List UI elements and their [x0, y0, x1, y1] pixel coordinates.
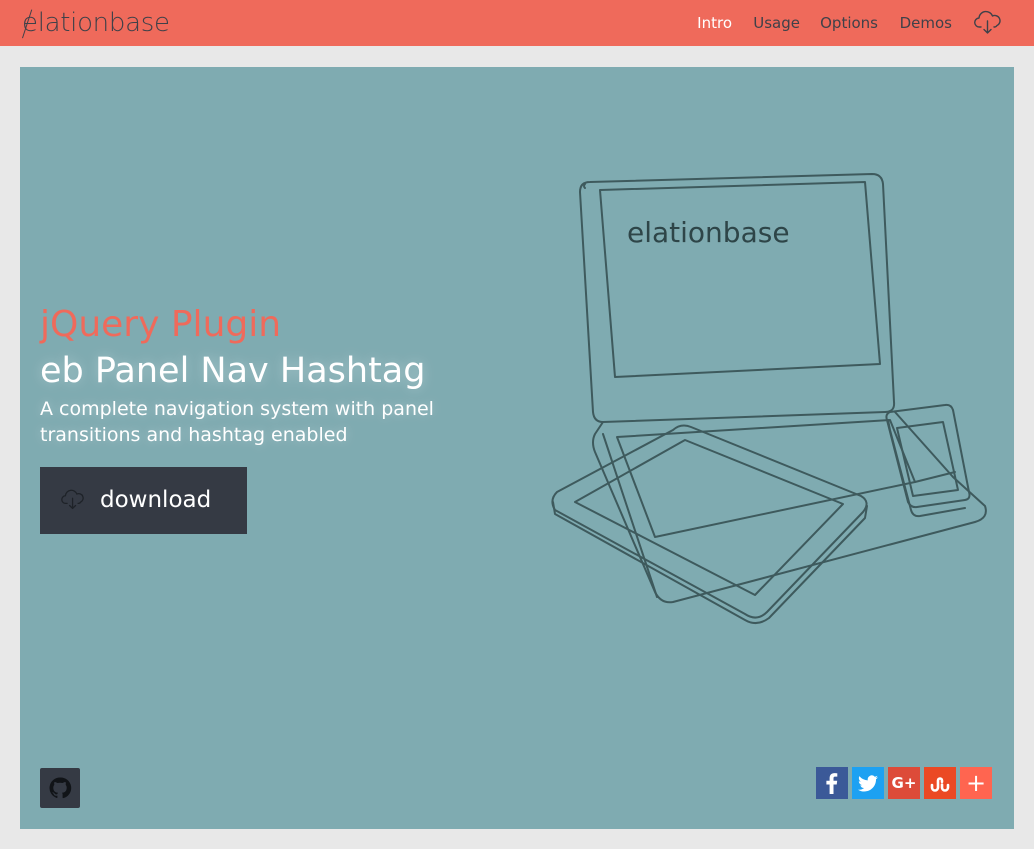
plus-icon: + — [965, 769, 987, 797]
facebook-share-button[interactable] — [816, 767, 848, 799]
twitter-icon — [858, 775, 878, 792]
nav-options[interactable]: Options — [820, 14, 878, 32]
google-plus-icon: G+ — [891, 774, 917, 792]
github-button[interactable] — [40, 768, 80, 808]
nav-demos[interactable]: Demos — [900, 14, 952, 32]
screen-logo: elationbase — [627, 216, 790, 249]
nav-usage[interactable]: Usage — [753, 14, 800, 32]
hero-title: eb Panel Nav Hashtag — [40, 351, 426, 391]
top-bar: elationbase Intro Usage Options Demos — [0, 0, 1034, 46]
google-plus-share-button[interactable]: G+ — [888, 767, 920, 799]
devices-illustration: elationbase — [551, 173, 987, 624]
hero-panel: jQuery Plugin eb Panel Nav Hashtag A com… — [20, 67, 1014, 829]
facebook-icon — [826, 773, 838, 794]
hero-kicker: jQuery Plugin — [40, 304, 282, 345]
logo[interactable]: elationbase — [22, 6, 170, 40]
logo-text: lationbase — [37, 8, 170, 38]
hero-tagline: A complete navigation system with panel … — [40, 398, 434, 446]
stumbleupon-share-button[interactable] — [924, 767, 956, 799]
github-icon — [49, 777, 72, 799]
download-label: download — [100, 487, 212, 513]
cloud-download-icon[interactable] — [974, 10, 1002, 36]
download-button[interactable]: download — [40, 467, 247, 534]
logo-mark: e — [22, 8, 38, 39]
nav-intro[interactable]: Intro — [697, 14, 732, 32]
cloud-download-icon — [61, 489, 84, 510]
stumbleupon-icon — [930, 777, 950, 792]
more-share-button[interactable]: + — [960, 767, 992, 799]
twitter-share-button[interactable] — [852, 767, 884, 799]
